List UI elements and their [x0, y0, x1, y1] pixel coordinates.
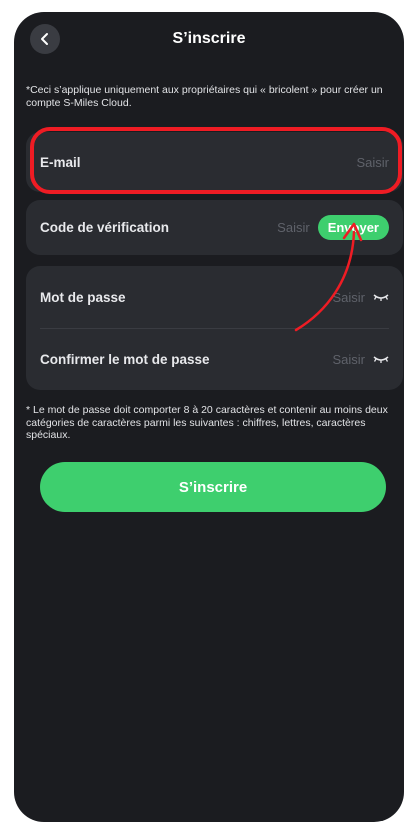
email-label: E-mail	[40, 154, 81, 170]
password-label: Mot de passe	[40, 289, 126, 305]
password-rules-note: * Le mot de passe doit comporter 8 à 20 …	[26, 404, 388, 441]
confirm-password-label: Confirmer le mot de passe	[40, 351, 210, 367]
verification-code-card: Code de vérification Saisir Envoyer	[26, 200, 403, 255]
confirm-password-input[interactable]: Saisir	[332, 352, 365, 367]
verification-code-label: Code de vérification	[40, 220, 170, 235]
diy-notice: *Ceci s’applique uniquement aux propriét…	[26, 84, 383, 109]
email-card: E-mail Saisir	[26, 132, 403, 192]
verification-code-input[interactable]: Saisir	[277, 220, 310, 235]
phone-screen: S’inscrire *Ceci s’applique uniquement a…	[14, 12, 404, 822]
confirm-password-row[interactable]: Confirmer le mot de passe Saisir	[26, 328, 403, 390]
email-input[interactable]: Saisir	[356, 155, 389, 170]
eye-closed-icon[interactable]	[373, 292, 389, 302]
page-title: S’inscrire	[172, 30, 246, 47]
password-card: Mot de passe Saisir Confirmer le mot de …	[26, 266, 403, 390]
password-row[interactable]: Mot de passe Saisir	[26, 266, 403, 328]
email-row[interactable]: E-mail Saisir	[26, 132, 403, 192]
verification-code-row[interactable]: Code de vérification Saisir Envoyer	[26, 200, 403, 255]
header: S’inscrire	[14, 12, 404, 68]
send-code-button[interactable]: Envoyer	[317, 215, 389, 240]
password-input[interactable]: Saisir	[332, 290, 365, 305]
eye-closed-icon[interactable]	[373, 354, 389, 364]
register-button[interactable]: S’inscrire	[40, 462, 386, 512]
